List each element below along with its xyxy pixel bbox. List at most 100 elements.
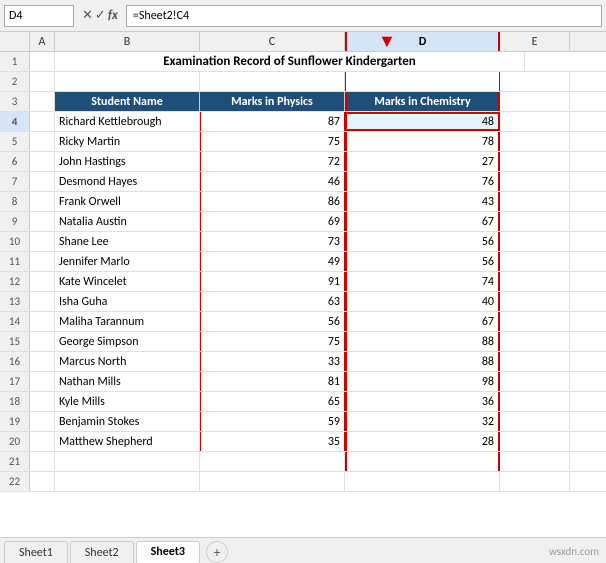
cell-d3-header[interactable]: Marks in Chemistry [345,92,500,111]
cell-c6[interactable]: 72 [200,152,345,171]
cell-c21[interactable] [200,452,345,471]
cell-c2[interactable] [200,72,345,91]
cancel-icon[interactable]: ✕ [82,8,93,23]
col-header-d[interactable]: D [345,32,500,51]
cell-c5[interactable]: 75 [200,132,345,151]
col-header-e[interactable]: E [500,32,570,51]
cell-c3-header[interactable]: Marks in Physics [200,92,345,111]
cell-a19[interactable] [30,412,55,431]
cell-b19[interactable]: Benjamin Stokes [55,412,200,431]
cell-b18[interactable]: Kyle Mills [55,392,200,411]
cell-a20[interactable] [30,432,55,451]
cell-e17[interactable] [500,372,570,391]
cell-a13[interactable] [30,292,55,311]
cell-e16[interactable] [500,352,570,371]
cell-e9[interactable] [500,212,570,231]
cell-b6[interactable]: John Hastings [55,152,200,171]
cell-e13[interactable] [500,292,570,311]
cell-a8[interactable] [30,192,55,211]
tab-sheet1[interactable]: Sheet1 [4,541,68,563]
name-box[interactable]: D4 [4,5,74,27]
cell-c15[interactable]: 75 [200,332,345,351]
cell-e15[interactable] [500,332,570,351]
cell-d12[interactable]: 74 [345,272,500,291]
cell-e12[interactable] [500,272,570,291]
cell-e14[interactable] [500,312,570,331]
cell-b17[interactable]: Nathan Mills [55,372,200,391]
cell-a1[interactable] [30,52,55,71]
cell-b16[interactable]: Marcus North [55,352,200,371]
cell-d5[interactable]: 78 [345,132,500,151]
cell-b12[interactable]: Kate Wincelet [55,272,200,291]
cell-d4[interactable]: 48 [345,112,500,131]
col-header-a[interactable]: A [30,32,55,51]
cell-e10[interactable] [500,232,570,251]
cell-c4[interactable]: 87 [200,112,345,131]
cell-c10[interactable]: 73 [200,232,345,251]
cell-a10[interactable] [30,232,55,251]
cell-a5[interactable] [30,132,55,151]
tab-sheet3[interactable]: Sheet3 [136,541,200,563]
cell-a21[interactable] [30,452,55,471]
cell-d13[interactable]: 40 [345,292,500,311]
cell-c17[interactable]: 81 [200,372,345,391]
cell-c11[interactable]: 49 [200,252,345,271]
cell-c18[interactable]: 65 [200,392,345,411]
cell-a4[interactable] [30,112,55,131]
cell-d15[interactable]: 88 [345,332,500,351]
cell-d6[interactable]: 27 [345,152,500,171]
cell-a9[interactable] [30,212,55,231]
cell-b1[interactable]: Examination Record of Sunflower Kinderga… [55,52,525,71]
cell-e7[interactable] [500,172,570,191]
cell-c12[interactable]: 91 [200,272,345,291]
cell-e3[interactable] [500,92,570,111]
cell-c8[interactable]: 86 [200,192,345,211]
cell-c22[interactable] [200,472,345,491]
cell-c13[interactable]: 63 [200,292,345,311]
cell-a6[interactable] [30,152,55,171]
cell-e6[interactable] [500,152,570,171]
cell-e20[interactable] [500,432,570,451]
cell-a22[interactable] [30,472,55,491]
add-sheet-button[interactable]: + [206,541,228,563]
cell-b20[interactable]: Matthew Shepherd [55,432,200,451]
cell-d14[interactable]: 67 [345,312,500,331]
cell-a7[interactable] [30,172,55,191]
cell-c7[interactable]: 46 [200,172,345,191]
cell-d11[interactable]: 56 [345,252,500,271]
cell-a12[interactable] [30,272,55,291]
cell-b2[interactable] [55,72,200,91]
cell-d9[interactable]: 67 [345,212,500,231]
cell-e22[interactable] [500,472,570,491]
cell-b8[interactable]: Frank Orwell [55,192,200,211]
col-header-c[interactable]: C [200,32,345,51]
cell-d17[interactable]: 98 [345,372,500,391]
cell-b5[interactable]: Ricky Martin [55,132,200,151]
col-header-b[interactable]: B [55,32,200,51]
formula-input[interactable]: =Sheet2!C4 [126,5,602,27]
tab-sheet2[interactable]: Sheet2 [70,541,134,563]
cell-d16[interactable]: 88 [345,352,500,371]
cell-c16[interactable]: 33 [200,352,345,371]
cell-b13[interactable]: Isha Guha [55,292,200,311]
cell-a16[interactable] [30,352,55,371]
cell-d20[interactable]: 28 [345,432,500,451]
cell-a11[interactable] [30,252,55,271]
fx-icon[interactable]: fx [108,8,118,23]
cell-c19[interactable]: 59 [200,412,345,431]
confirm-icon[interactable]: ✓ [95,8,106,23]
cell-d22[interactable] [345,472,500,491]
cell-b22[interactable] [55,472,200,491]
cell-d2[interactable] [345,72,500,91]
cell-e19[interactable] [500,412,570,431]
cell-b7[interactable]: Desmond Hayes [55,172,200,191]
cell-c14[interactable]: 56 [200,312,345,331]
cell-e11[interactable] [500,252,570,271]
cell-d10[interactable]: 56 [345,232,500,251]
cell-e18[interactable] [500,392,570,411]
cell-b11[interactable]: Jennifer Marlo [55,252,200,271]
cell-b21[interactable] [55,452,200,471]
cell-c9[interactable]: 69 [200,212,345,231]
cell-b14[interactable]: Maliha Tarannum [55,312,200,331]
cell-e8[interactable] [500,192,570,211]
